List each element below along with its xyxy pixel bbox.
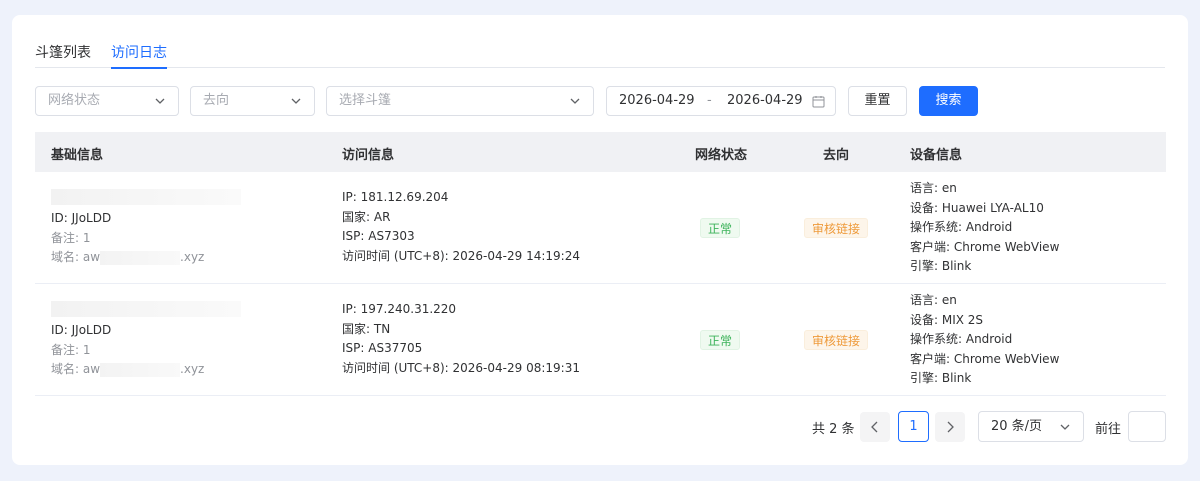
visit-isp: ISP: AS37705 <box>342 341 423 355</box>
redacted-name <box>51 189 241 205</box>
redacted-domain <box>100 362 181 377</box>
device-os: 操作系统: Android <box>910 220 1013 234</box>
device-model: 设备: Huawei LYA-AL10 <box>910 200 1044 215</box>
visit-time: 访问时间 (UTC+8): 2026-04-29 14:19:24 <box>342 248 580 263</box>
row-domain: 域名: aw .xyz <box>51 360 241 380</box>
tab-cloak-list[interactable]: 斗篷列表 <box>35 43 91 67</box>
device-os: 操作系统: Android <box>910 332 1013 346</box>
chevron-down-icon <box>291 98 301 104</box>
table-header: 基础信息 访问信息 网络状态 去向 设备信息 <box>35 132 1166 172</box>
visit-info-cell: IP: 181.12.69.204 国家: AR ISP: AS7303 访问时… <box>342 188 580 266</box>
row-id: ID: JJoLDD <box>51 323 112 337</box>
column-basic-info: 基础信息 <box>51 148 104 163</box>
calendar-icon <box>812 96 825 108</box>
chevron-down-icon <box>570 98 580 104</box>
chevron-down-icon <box>155 98 165 104</box>
device-info-cell: 语言: en 设备: Huawei LYA-AL10 操作系统: Android… <box>910 179 1059 277</box>
status-badge: 正常 <box>700 330 741 350</box>
chevron-left-icon <box>871 421 878 433</box>
row-remark: 备注: 1 <box>51 230 91 245</box>
device-model: 设备: MIX 2S <box>910 312 984 327</box>
cloak-placeholder: 选择斗篷 <box>339 93 392 108</box>
basic-info-cell: ID: JJoLDD 备注: 1 域名: aw .xyz <box>51 188 241 268</box>
date-separator: - <box>707 93 712 108</box>
status-badge: 正常 <box>700 218 741 238</box>
reset-button[interactable]: 重置 <box>848 86 907 116</box>
cloak-select[interactable]: 选择斗篷 <box>326 86 594 116</box>
visit-ip: IP: 181.12.69.204 <box>342 190 449 204</box>
direction-placeholder: 去向 <box>203 93 230 108</box>
chevron-right-icon <box>947 421 954 433</box>
prev-page-button[interactable] <box>860 412 890 442</box>
date-end[interactable]: 2026-04-29 <box>727 93 803 108</box>
device-engine: 引擎: Blink <box>910 371 972 385</box>
device-engine: 引擎: Blink <box>910 259 972 273</box>
table-row: ID: JJoLDD 备注: 1 域名: aw .xyz IP: 197.240.… <box>35 284 1166 396</box>
domain-suffix: .xyz <box>180 362 205 376</box>
date-range-picker[interactable]: 2026-04-29 - 2026-04-29 <box>606 86 836 116</box>
redacted-name <box>51 301 241 317</box>
column-visit-info: 访问信息 <box>342 148 395 163</box>
visit-country: 国家: TN <box>342 321 391 336</box>
goto-page-input[interactable] <box>1128 411 1166 442</box>
tab-bar: 斗篷列表 访问日志 <box>35 41 1165 69</box>
device-language: 语言: en <box>910 293 957 307</box>
direction-badge: 审核链接 <box>804 330 869 350</box>
visit-info-cell: IP: 197.240.31.220 国家: TN ISP: AS37705 访… <box>342 300 580 378</box>
column-device-info: 设备信息 <box>910 148 963 163</box>
device-client: 客户端: Chrome WebView <box>910 239 1060 254</box>
visit-isp: ISP: AS7303 <box>342 229 415 243</box>
domain-prefix: 域名: aw <box>51 362 101 376</box>
page-number-1[interactable]: 1 <box>898 411 929 442</box>
network-status-select[interactable]: 网络状态 <box>35 86 179 116</box>
visit-time: 访问时间 (UTC+8): 2026-04-29 08:19:31 <box>342 360 580 375</box>
page-size-value: 20 条/页 <box>991 419 1043 434</box>
table-row: ID: JJoLDD 备注: 1 域名: aw .xyz IP: 181.12.6… <box>35 172 1166 284</box>
basic-info-cell: ID: JJoLDD 备注: 1 域名: aw .xyz <box>51 300 241 380</box>
domain-prefix: 域名: aw <box>51 250 101 264</box>
page-size-select[interactable]: 20 条/页 <box>978 411 1084 442</box>
device-info-cell: 语言: en 设备: MIX 2S 操作系统: Android 客户端: Chr… <box>910 291 1059 389</box>
domain-suffix: .xyz <box>180 250 205 264</box>
column-network-status: 网络状态 <box>695 148 748 163</box>
main-card: 斗篷列表 访问日志 网络状态 去向 选择斗篷 2026-04-29 - 2026… <box>12 15 1188 465</box>
date-start[interactable]: 2026-04-29 <box>619 93 695 108</box>
search-button[interactable]: 搜索 <box>919 86 978 116</box>
redacted-domain <box>100 250 181 265</box>
next-page-button[interactable] <box>935 412 965 442</box>
direction-select[interactable]: 去向 <box>190 86 315 116</box>
row-remark: 备注: 1 <box>51 342 91 357</box>
row-id: ID: JJoLDD <box>51 211 112 225</box>
direction-badge: 审核链接 <box>804 218 869 238</box>
visit-country: 国家: AR <box>342 209 391 224</box>
goto-label: 前往 <box>1095 422 1122 437</box>
tab-access-log[interactable]: 访问日志 <box>111 43 167 69</box>
visit-ip: IP: 197.240.31.220 <box>342 302 457 316</box>
chevron-down-icon <box>1060 424 1070 430</box>
row-domain: 域名: aw .xyz <box>51 248 241 268</box>
device-language: 语言: en <box>910 181 957 195</box>
pagination-total: 共 2 条 <box>812 422 855 437</box>
column-direction: 去向 <box>823 148 850 163</box>
device-client: 客户端: Chrome WebView <box>910 351 1060 366</box>
network-status-placeholder: 网络状态 <box>48 93 101 108</box>
